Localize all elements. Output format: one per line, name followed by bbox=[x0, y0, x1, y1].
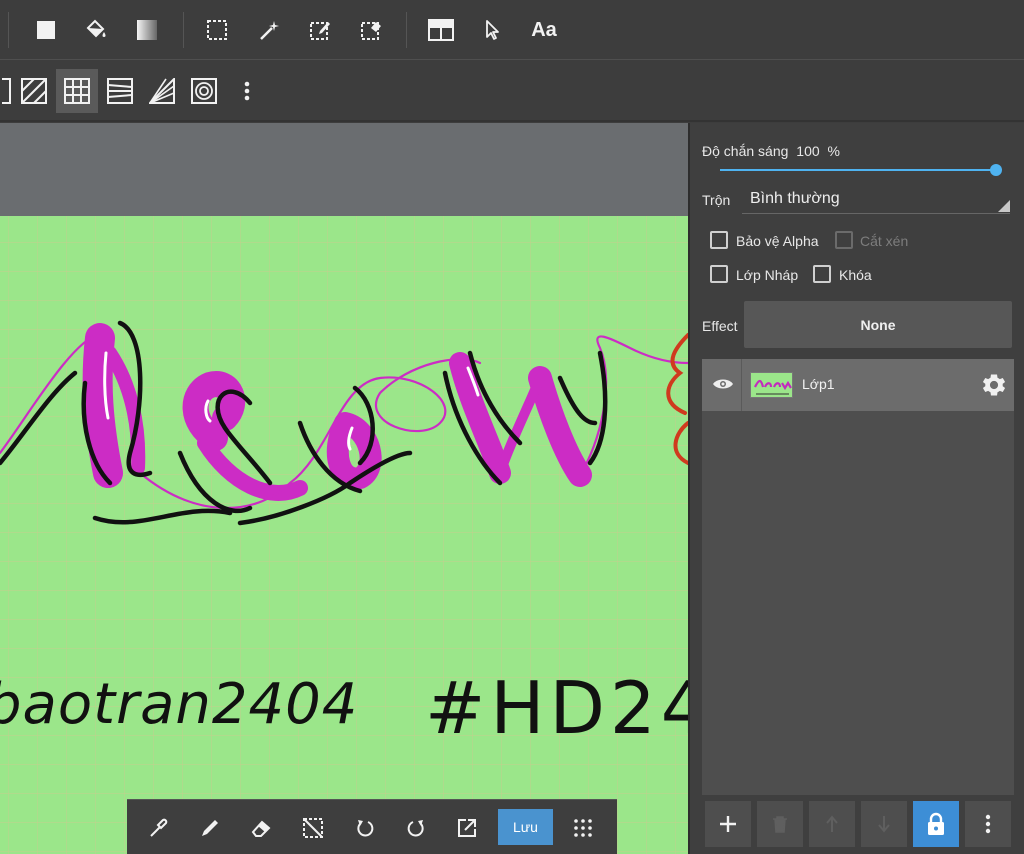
eyedropper-icon[interactable] bbox=[138, 808, 178, 848]
undo-icon[interactable] bbox=[345, 808, 385, 848]
eraser-icon[interactable] bbox=[241, 808, 281, 848]
opacity-unit: % bbox=[827, 143, 840, 159]
toolbar-separator bbox=[406, 12, 407, 48]
lock-checkbox[interactable] bbox=[813, 265, 831, 283]
deselect-icon[interactable] bbox=[293, 808, 333, 848]
select-eraser-icon[interactable] bbox=[355, 14, 387, 46]
blend-mode-select[interactable]: Bình thường bbox=[742, 185, 1010, 214]
effect-label: Effect bbox=[702, 318, 738, 334]
canvas-grid bbox=[0, 216, 688, 854]
lock-layer-button[interactable] bbox=[913, 801, 959, 847]
toolbar-separator bbox=[183, 12, 184, 48]
curve-ruler-icon[interactable] bbox=[142, 69, 182, 113]
alpha-protect-label: Bảo vệ Alpha bbox=[736, 233, 819, 249]
arrow-down-icon bbox=[878, 816, 890, 833]
plus-icon bbox=[720, 816, 736, 832]
layer-row[interactable]: Lớp1 bbox=[702, 359, 1014, 411]
toolbar-separator bbox=[8, 12, 9, 48]
gradient-icon[interactable] bbox=[131, 14, 163, 46]
layout-icon[interactable] bbox=[424, 14, 458, 46]
bottom-toolbar: Lưu bbox=[127, 799, 617, 854]
opacity-slider[interactable] bbox=[720, 161, 1002, 181]
artwork-hashtag: #HD24 bbox=[425, 666, 688, 750]
select-rect-icon[interactable] bbox=[201, 14, 233, 46]
opacity-row: Độ chắn sáng 100 % bbox=[702, 143, 840, 159]
grid-menu-icon[interactable] bbox=[563, 808, 603, 848]
ruler-toolbar bbox=[0, 61, 1024, 122]
redo-icon[interactable] bbox=[396, 808, 436, 848]
save-button[interactable]: Lưu bbox=[498, 809, 553, 845]
font-tool-label: Aa bbox=[531, 18, 557, 41]
concentric-ruler-icon[interactable] bbox=[184, 69, 224, 113]
pen-icon[interactable] bbox=[190, 808, 230, 848]
blend-label: Trộn bbox=[702, 192, 731, 208]
text-icon[interactable]: Aa bbox=[524, 14, 564, 46]
opacity-value: 100 bbox=[796, 143, 820, 159]
canvas-area[interactable]: baotran2404 #HD24 bbox=[0, 123, 688, 854]
delete-layer-button[interactable] bbox=[757, 801, 803, 847]
magic-wand-icon[interactable] bbox=[253, 14, 285, 46]
layer-list: Lớp1 bbox=[702, 359, 1014, 795]
layer-name: Lớp1 bbox=[802, 376, 835, 392]
draft-layer-checkbox[interactable] bbox=[710, 265, 728, 283]
bucket-icon[interactable] bbox=[80, 14, 112, 46]
fill-rect-icon[interactable] bbox=[30, 14, 62, 46]
eye-icon[interactable] bbox=[708, 369, 738, 399]
layer-actions bbox=[702, 799, 1014, 854]
move-layer-down-button[interactable] bbox=[861, 801, 907, 847]
more-icon[interactable] bbox=[232, 69, 262, 113]
draft-layer-label: Lớp Nháp bbox=[736, 267, 799, 283]
drawing-canvas[interactable]: baotran2404 #HD24 bbox=[0, 123, 688, 854]
opacity-slider-track bbox=[720, 169, 996, 171]
alpha-protect-checkbox[interactable] bbox=[710, 231, 728, 249]
layer-divider bbox=[741, 359, 742, 411]
arrow-up-icon bbox=[826, 815, 838, 832]
layer-thumbnail bbox=[750, 372, 793, 398]
dropdown-corner-icon bbox=[998, 200, 1010, 212]
opacity-slider-thumb[interactable] bbox=[990, 164, 1002, 176]
clipping-label: Cắt xén bbox=[860, 233, 909, 249]
blend-mode-value: Bình thường bbox=[750, 190, 840, 207]
select-pen-icon[interactable] bbox=[304, 14, 336, 46]
layer-panel: Độ chắn sáng 100 % Trộn Bình thường Bảo … bbox=[688, 123, 1024, 854]
lock-label: Khóa bbox=[839, 267, 872, 283]
move-layer-up-button[interactable] bbox=[809, 801, 855, 847]
gear-icon[interactable] bbox=[980, 371, 1008, 399]
lock-icon bbox=[928, 812, 944, 835]
effect-button[interactable]: None bbox=[744, 301, 1012, 348]
cursor-icon[interactable] bbox=[476, 14, 508, 46]
add-layer-button[interactable] bbox=[705, 801, 751, 847]
diagonal-ruler-icon[interactable] bbox=[14, 69, 54, 113]
export-icon[interactable] bbox=[447, 808, 487, 848]
clipping-checkbox[interactable] bbox=[835, 231, 853, 249]
grid-ruler-icon[interactable] bbox=[56, 69, 98, 113]
trash-icon bbox=[773, 816, 787, 833]
perspective-ruler-icon[interactable] bbox=[100, 69, 140, 113]
top-toolbar: Aa bbox=[0, 0, 1024, 60]
more-vertical-icon bbox=[985, 814, 991, 834]
layer-more-button[interactable] bbox=[965, 801, 1011, 847]
opacity-label: Độ chắn sáng bbox=[702, 143, 789, 159]
square-ruler-icon[interactable] bbox=[0, 69, 14, 113]
artwork-username: baotran2404 bbox=[0, 672, 358, 737]
